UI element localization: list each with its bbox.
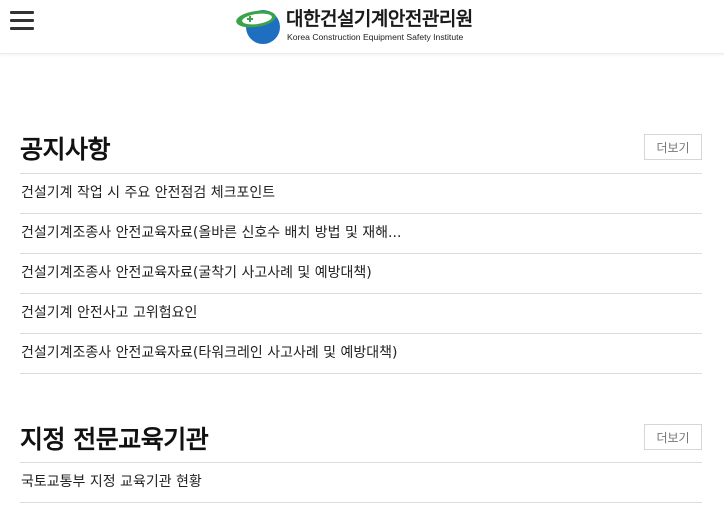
logo-title: 대한건설기계안전관리원 [286,8,473,30]
institutions-list: 국토교통부 지정 교육기관 현황 [20,462,702,503]
logo-subtitle: Korea Construction Equipment Safety Inst… [287,32,464,42]
notice-item[interactable]: 건설기계조종사 안전교육자료(올바른 신호수 배치 방법 및 재해... [20,214,702,254]
notice-item[interactable]: 건설기계 안전사고 고위험요인 [20,294,702,334]
institutions-title: 지정 전문교육기관 [20,425,209,454]
notice-more-button[interactable]: 더보기 [644,134,702,160]
site-header: 대한건설기계안전관리원 Korea Construction Equipment… [0,0,724,54]
notice-title: 공지사항 [20,135,111,164]
hamburger-menu-icon[interactable] [10,11,34,31]
notice-item[interactable]: 건설기계 작업 시 주요 안전점검 체크포인트 [20,174,702,214]
logo-emblem-icon [236,10,280,44]
notice-list: 건설기계 작업 시 주요 안전점검 체크포인트 건설기계조종사 안전교육자료(올… [20,173,702,374]
institution-item[interactable]: 국토교통부 지정 교육기관 현황 [20,463,702,503]
notice-item[interactable]: 건설기계조종사 안전교육자료(굴착기 사고사례 및 예방대책) [20,254,702,294]
institutions-more-button[interactable]: 더보기 [644,424,702,450]
notice-item[interactable]: 건설기계조종사 안전교육자료(타워크레인 사고사례 및 예방대책) [20,334,702,374]
site-logo[interactable]: 대한건설기계안전관리원 Korea Construction Equipment… [235,4,485,46]
